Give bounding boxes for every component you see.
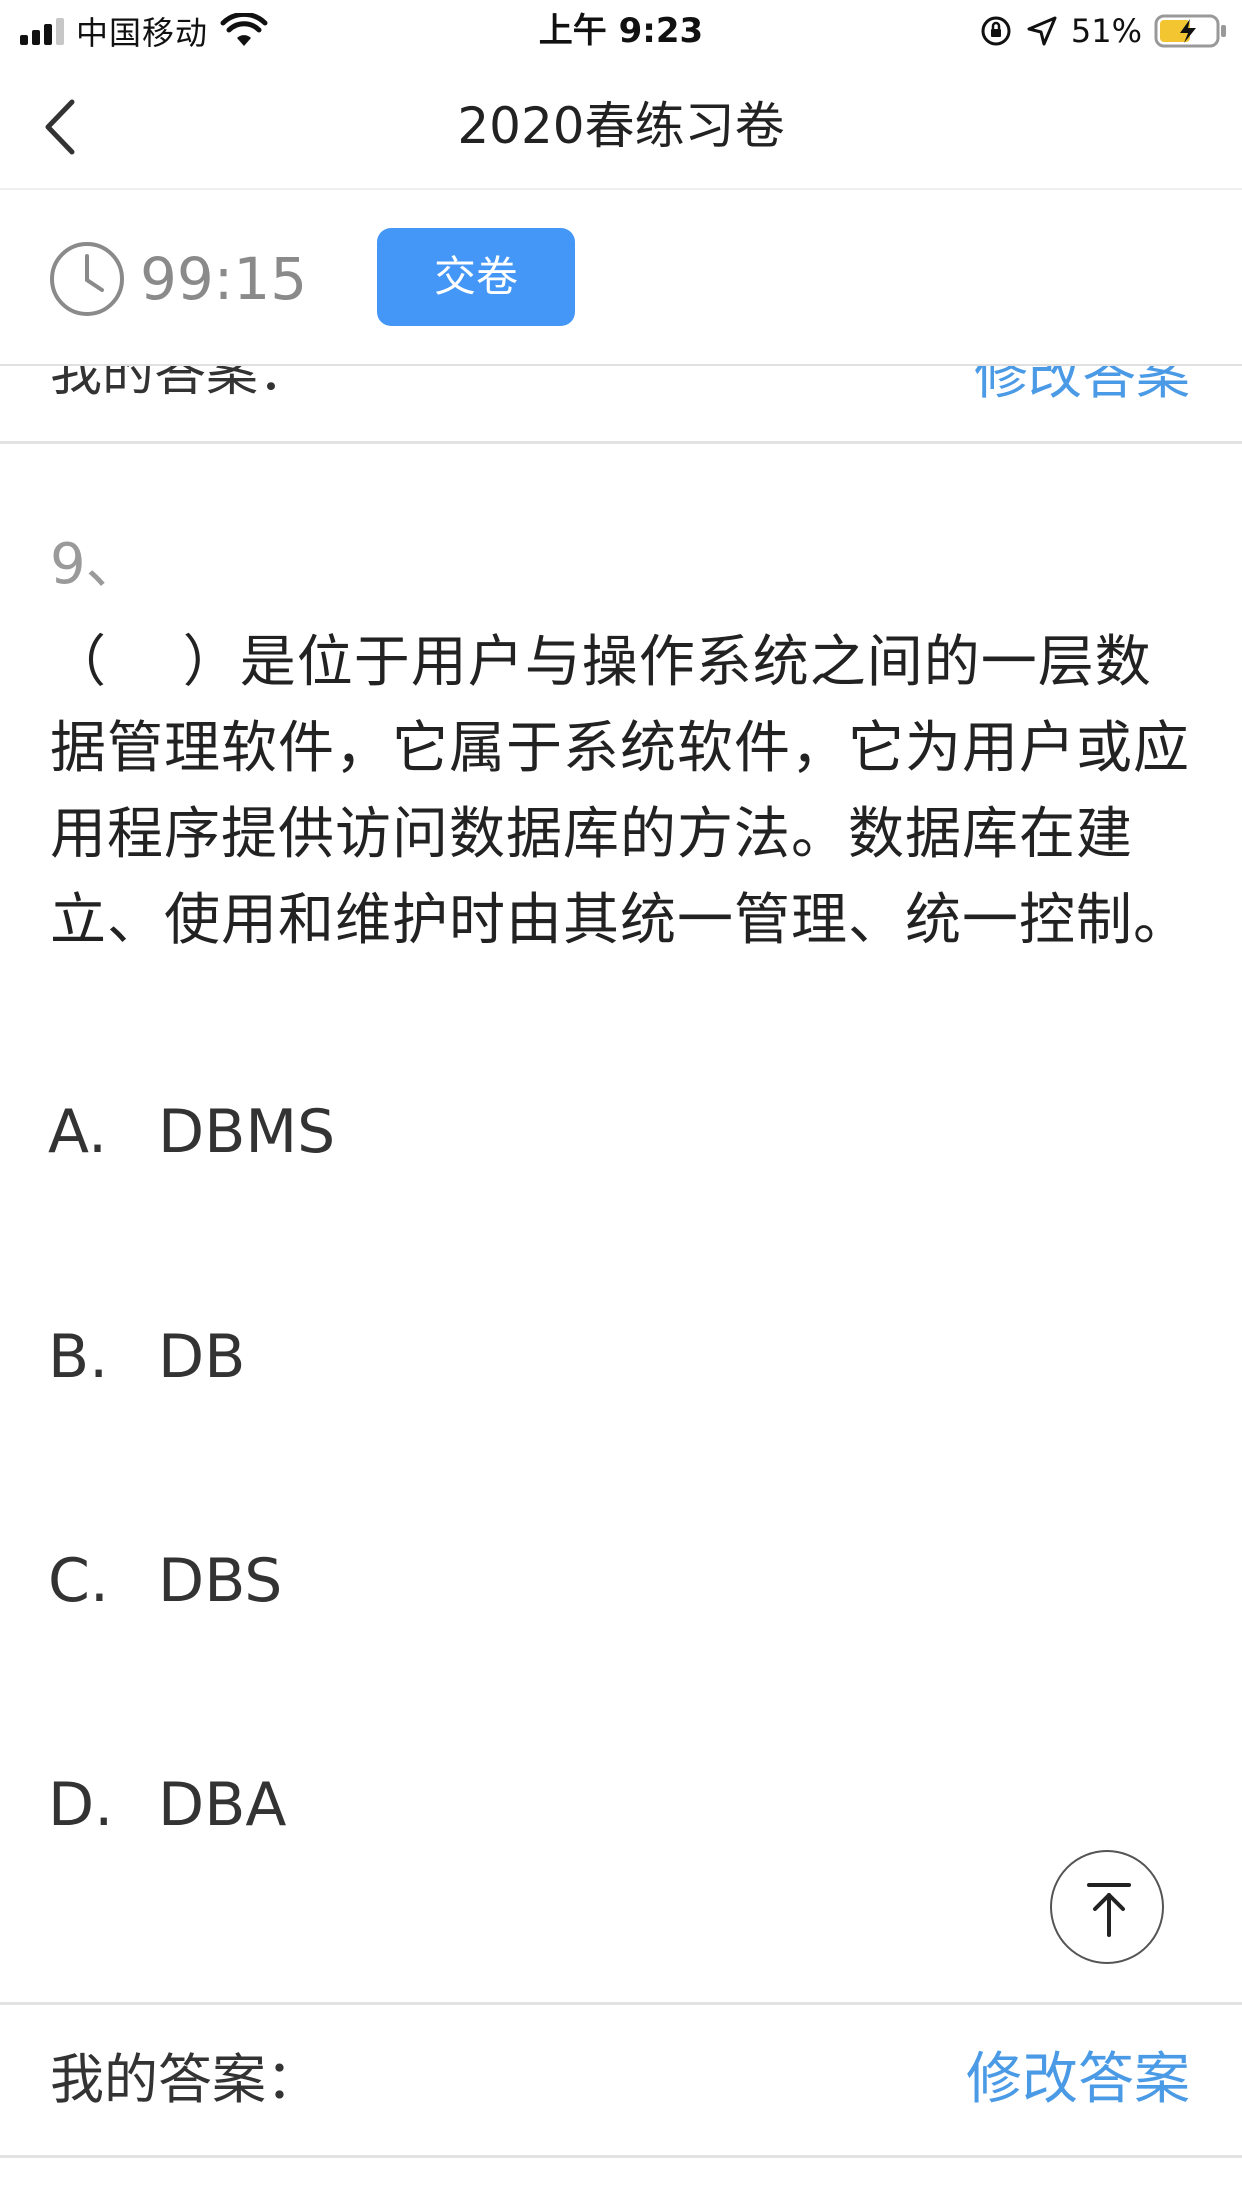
question-number: 9、 — [50, 532, 142, 597]
my-answer-label: 我的答案： — [50, 2048, 320, 2111]
page-title: 2020春练习卷 — [457, 97, 785, 155]
timer-countdown: 99:15 — [140, 245, 308, 313]
clock-icon — [50, 242, 124, 316]
nav-bar: 2020春练习卷 — [0, 62, 1242, 190]
option-a[interactable]: A. DBMS — [48, 1092, 1148, 1172]
battery-charging-icon — [1154, 14, 1226, 48]
option-c[interactable]: C. DBS — [48, 1541, 1148, 1621]
option-letter: B. — [48, 1322, 109, 1392]
option-text: DBS — [158, 1546, 283, 1616]
scroll-to-top-button[interactable] — [1050, 1850, 1164, 1964]
option-letter: D. — [48, 1770, 114, 1840]
option-letter: A. — [48, 1097, 108, 1167]
arrow-up-icon — [1087, 1883, 1131, 1937]
option-text: DBMS — [158, 1097, 336, 1167]
submit-exam-button[interactable]: 交卷 — [377, 228, 575, 326]
location-icon — [1027, 16, 1057, 46]
option-letter: C. — [48, 1546, 109, 1616]
orientation-lock-icon — [981, 16, 1011, 46]
option-d[interactable]: D. DBA — [48, 1765, 1148, 1845]
status-bar-right: 51% — [979, 8, 1228, 54]
option-text: DB — [158, 1322, 246, 1392]
option-text: DBA — [158, 1770, 287, 1840]
question-text: （ ）是位于用户与操作系统之间的一层数据管理软件，它属于系统软件，它为用户或应用… — [50, 630, 1190, 953]
timer-bar: 99:15 交卷 — [0, 190, 1242, 366]
battery-percent: 51% — [1070, 12, 1142, 50]
edit-answer-link[interactable]: 修改答案 — [966, 2005, 1190, 2155]
option-b[interactable]: B. DB — [48, 1317, 1148, 1397]
status-bar: 中国移动 上午 9:23 51% — [0, 0, 1242, 62]
my-answer-bar: 我的答案： 修改答案 — [0, 2002, 1242, 2158]
